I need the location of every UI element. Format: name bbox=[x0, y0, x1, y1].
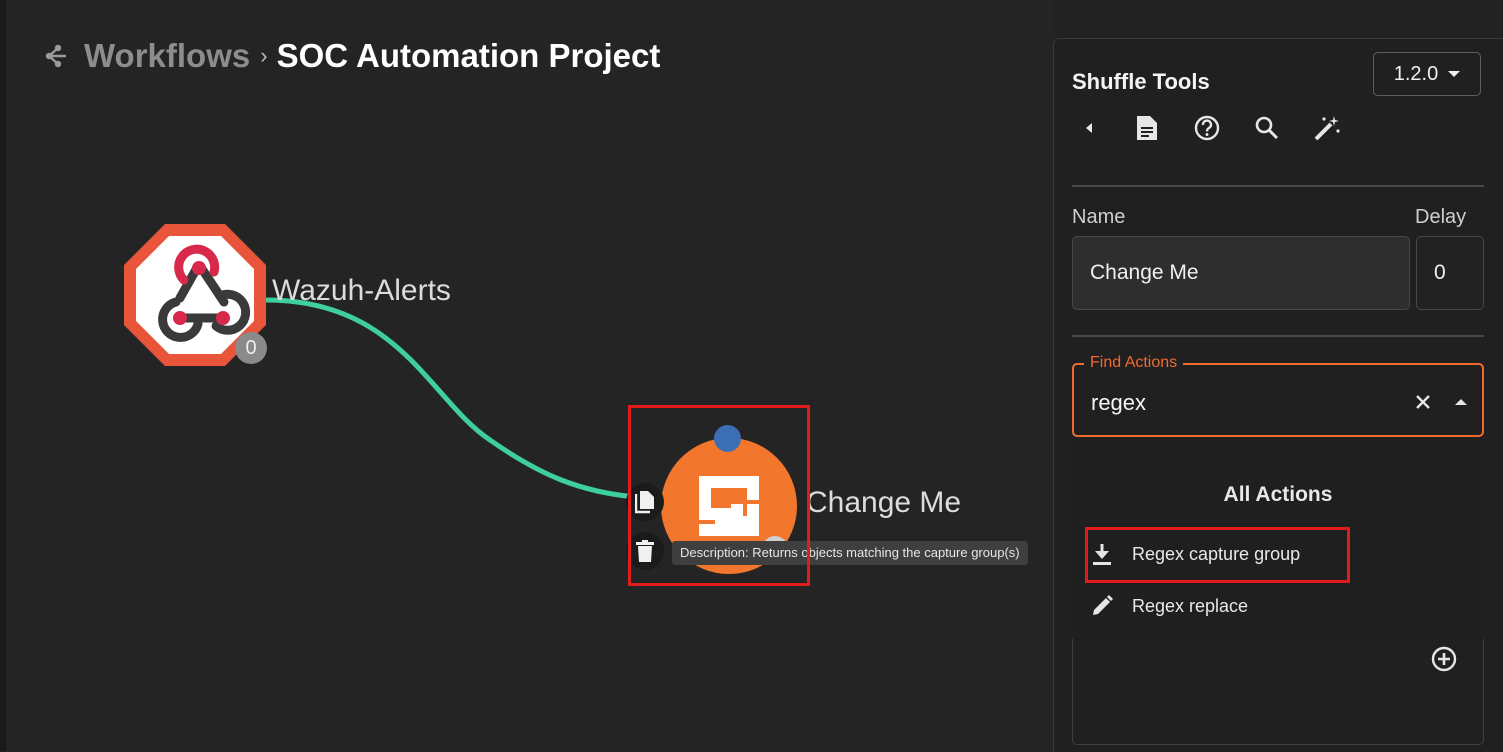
close-icon bbox=[1416, 395, 1430, 409]
action-option-label: Regex replace bbox=[1132, 595, 1249, 616]
docs-icon bbox=[1137, 116, 1157, 140]
chevron-up-icon bbox=[1455, 399, 1467, 405]
trigger-node-count-badge: 0 bbox=[235, 332, 267, 364]
action-option-regex-replace[interactable]: Regex replace bbox=[1088, 589, 1248, 623]
panel-divider bbox=[1072, 335, 1484, 337]
workflow-edges bbox=[263, 297, 639, 500]
add-circle-icon bbox=[1431, 646, 1457, 672]
trigger-to-action-edge[interactable] bbox=[263, 297, 639, 500]
magic-wand-button[interactable] bbox=[1312, 113, 1342, 143]
action-node-label: Change Me bbox=[806, 486, 962, 519]
collapse-dropdown-button[interactable] bbox=[1449, 390, 1473, 414]
search-icon bbox=[1255, 116, 1279, 140]
trigger-node-label: Wazuh-Alerts bbox=[272, 274, 451, 307]
version-select[interactable]: 1.2.0 bbox=[1373, 52, 1481, 96]
chevron-down-icon bbox=[1448, 71, 1461, 77]
panel-divider bbox=[1072, 185, 1484, 187]
actions-group-header: All Actions bbox=[1223, 483, 1333, 506]
find-actions-input[interactable] bbox=[1089, 385, 1393, 421]
back-button[interactable] bbox=[1074, 113, 1104, 143]
parameters-box bbox=[1072, 639, 1484, 745]
search-button[interactable] bbox=[1252, 113, 1282, 143]
magic-wand-icon bbox=[1314, 116, 1340, 141]
help-icon bbox=[1194, 115, 1220, 141]
version-value: 1.2.0 bbox=[1393, 62, 1439, 85]
find-actions-field[interactable]: Find Actions bbox=[1072, 354, 1484, 437]
action-node-highlight bbox=[628, 405, 810, 586]
delay-field[interactable] bbox=[1416, 236, 1484, 310]
pencil-icon bbox=[1088, 592, 1116, 620]
action-settings-panel: Shuffle Tools 1.2.0 Name Delay Change Me… bbox=[1053, 38, 1503, 752]
back-icon bbox=[1086, 123, 1092, 133]
name-label: Name bbox=[1072, 206, 1126, 228]
action-option-highlight bbox=[1085, 527, 1350, 583]
find-actions-label: Find Actions bbox=[1084, 354, 1184, 372]
add-parameter-button[interactable] bbox=[1429, 644, 1459, 674]
name-field[interactable] bbox=[1072, 236, 1410, 310]
help-button[interactable] bbox=[1192, 113, 1222, 143]
delay-label: Delay bbox=[1415, 206, 1467, 228]
clear-search-button[interactable] bbox=[1411, 390, 1435, 414]
docs-button[interactable] bbox=[1132, 113, 1162, 143]
app-name: Shuffle Tools bbox=[1072, 69, 1210, 94]
